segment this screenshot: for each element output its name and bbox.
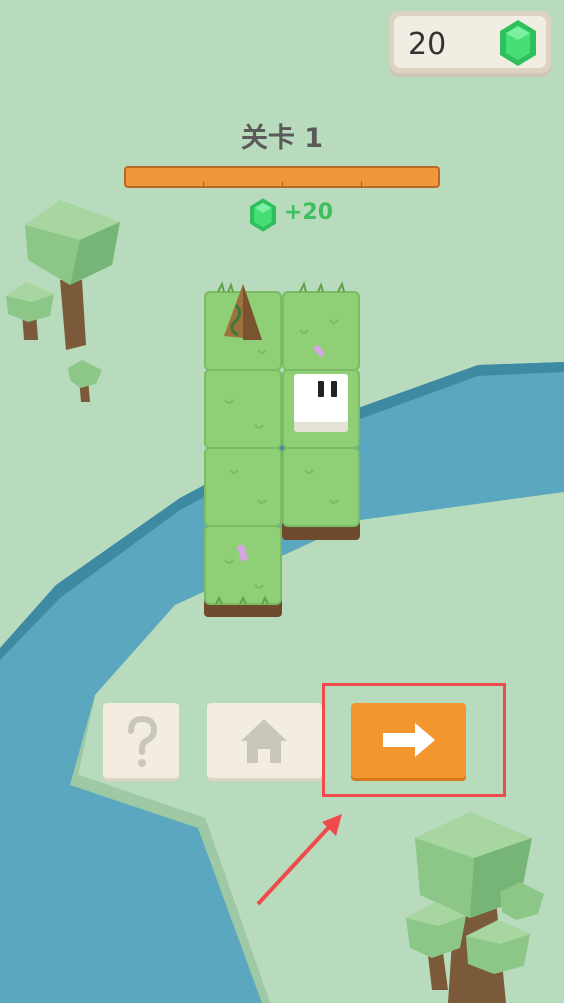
progress-tick: [203, 182, 204, 186]
help-button[interactable]: [103, 703, 179, 778]
level-reward: +20: [284, 200, 334, 225]
gem-counter-panel: 20: [394, 16, 546, 68]
home-button[interactable]: [207, 703, 322, 778]
player-cube: [294, 374, 348, 432]
emerald-gem-icon: [250, 198, 276, 232]
tutorial-pointer-arrow: [256, 814, 342, 906]
tree-cluster-bottom-right: [406, 812, 544, 1003]
grass-tile: [282, 291, 360, 371]
grass-tile: [204, 525, 282, 605]
tree-large-left: [25, 200, 120, 350]
tree-small-left: [6, 282, 54, 340]
emerald-gem-icon: [500, 20, 536, 66]
question-mark-icon: [128, 715, 158, 767]
grass-tile: [282, 447, 360, 527]
tree-tiny-left: [68, 360, 102, 402]
grass-tile: [204, 447, 282, 527]
level-title: 关卡 1: [240, 123, 324, 154]
house-icon: [241, 719, 287, 763]
level-progress-bar: [124, 166, 440, 188]
grass-tile: [204, 369, 282, 449]
tutorial-highlight-frame: [322, 683, 506, 797]
gem-count: 20: [408, 27, 447, 62]
progress-tick: [282, 182, 283, 186]
gem-counter: 20: [389, 11, 551, 73]
progress-tick: [361, 182, 362, 186]
